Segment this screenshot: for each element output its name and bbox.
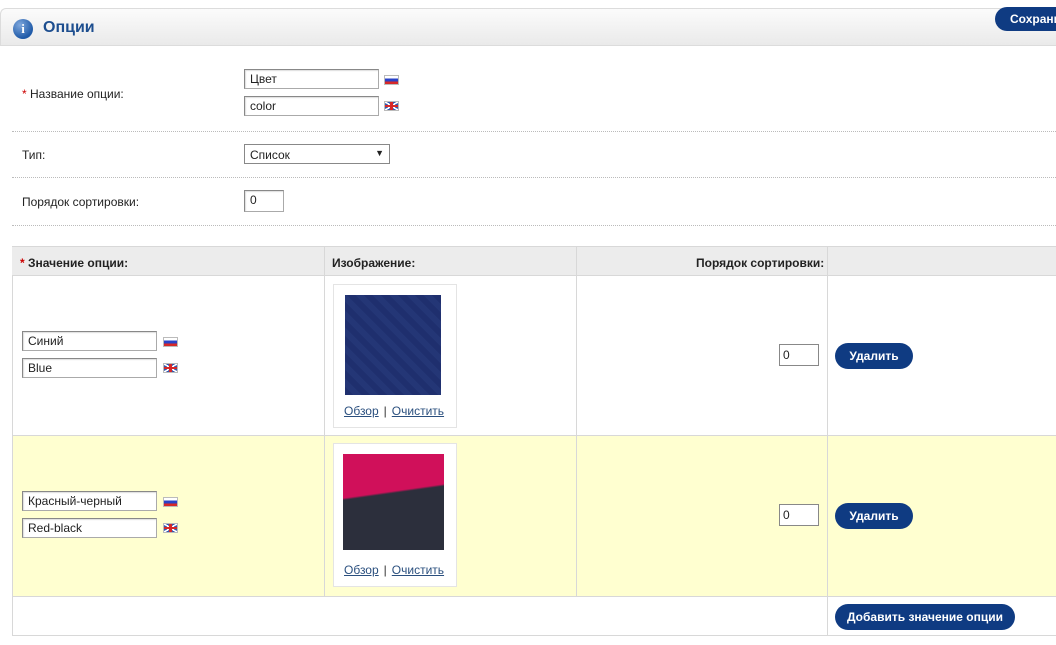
english-flag-icon: [163, 363, 178, 373]
clear-link[interactable]: Очистить: [392, 563, 444, 577]
value-en-input[interactable]: Blue: [22, 358, 157, 378]
column-divider: [324, 246, 325, 597]
save-button[interactable]: Сохранить: [995, 7, 1056, 31]
value-sort-input[interactable]: 0: [779, 504, 819, 526]
link-separator: |: [383, 563, 387, 577]
type-label: Тип:: [22, 148, 46, 162]
value-ru-input[interactable]: Красный-черный: [22, 491, 157, 511]
col-value-header: * Значение опции:: [20, 256, 128, 270]
delete-button[interactable]: Удалить: [835, 343, 913, 369]
column-divider: [576, 246, 577, 597]
russian-flag-icon: [384, 75, 399, 85]
link-separator: |: [383, 404, 387, 418]
col-sort-header: Порядок сортировки:: [696, 256, 825, 270]
value-image-red-black: [343, 454, 444, 550]
info-icon: i: [13, 19, 33, 39]
divider: [12, 225, 1056, 226]
col-value-header-text: Значение опции:: [28, 256, 129, 270]
delete-button[interactable]: Удалить: [835, 503, 913, 529]
value-ru-input[interactable]: Синий: [22, 331, 157, 351]
sort-order-label: Порядок сортировки:: [22, 195, 140, 209]
col-image-header: Изображение:: [332, 256, 416, 270]
divider: [12, 177, 1056, 178]
russian-flag-icon: [163, 337, 178, 347]
required-mark: *: [22, 87, 27, 101]
image-box: Обзор | Очистить: [333, 284, 457, 428]
column-divider: [827, 246, 828, 636]
english-flag-icon: [163, 523, 178, 533]
russian-flag-icon: [163, 497, 178, 507]
type-select[interactable]: Список ▼: [244, 144, 390, 164]
add-option-value-button[interactable]: Добавить значение опции: [835, 604, 1015, 630]
option-name-en-input[interactable]: color: [244, 96, 379, 116]
image-box: Обзор | Очистить: [333, 443, 457, 587]
image-links: Обзор | Очистить: [344, 563, 444, 577]
required-mark: *: [20, 256, 25, 270]
option-name-label: * Название опции:: [22, 87, 124, 101]
table-row: Красный-черный Red-black Обзор | Очистить …: [12, 436, 1056, 597]
value-en-input[interactable]: Red-black: [22, 518, 157, 538]
type-select-value: Список: [250, 148, 290, 162]
table-header: * Значение опции: Изображение: Порядок с…: [12, 246, 1056, 276]
option-name-ru-input[interactable]: Цвет: [244, 69, 379, 89]
value-sort-input[interactable]: 0: [779, 344, 819, 366]
divider: [12, 131, 1056, 132]
browse-link[interactable]: Обзор: [344, 404, 379, 418]
english-flag-icon: [384, 101, 399, 111]
clear-link[interactable]: Очистить: [392, 404, 444, 418]
page-title: Опции: [43, 19, 95, 36]
browse-link[interactable]: Обзор: [344, 563, 379, 577]
value-image-blue: [345, 295, 441, 395]
table-row: Синий Blue Обзор | Очистить 0 Удалить: [12, 276, 1056, 436]
sort-order-input[interactable]: 0: [244, 190, 284, 212]
image-links: Обзор | Очистить: [344, 404, 444, 418]
dropdown-arrow-icon: ▼: [375, 148, 384, 158]
options-header: i Опции: [0, 8, 1056, 46]
option-name-label-text: Название опции:: [30, 87, 124, 101]
